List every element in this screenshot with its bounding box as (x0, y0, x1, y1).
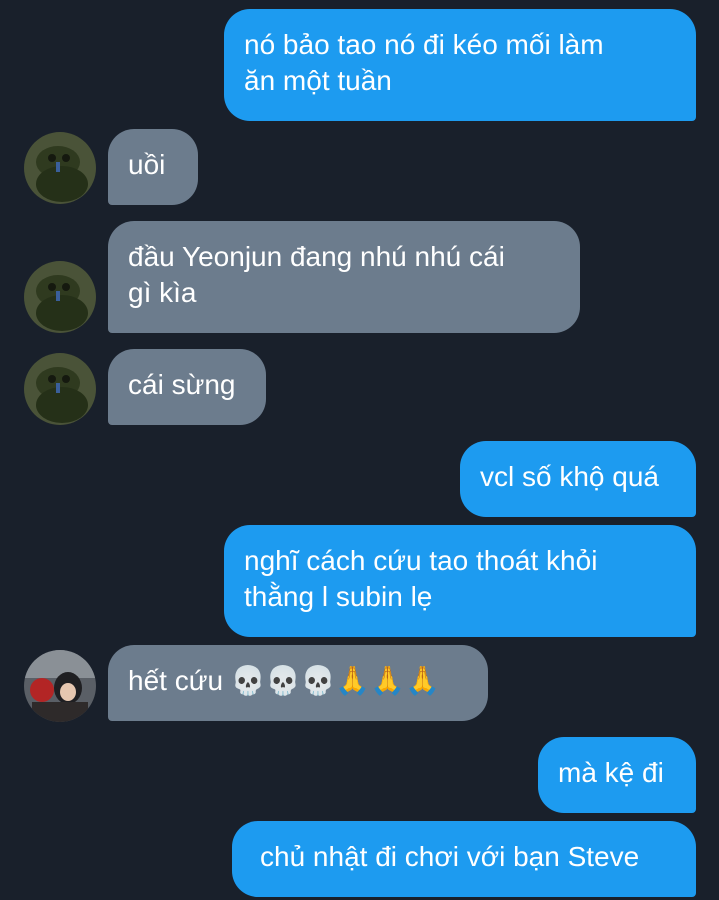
message-text: nghĩ cách cứu tao thoát khỏi thằng l sub… (244, 545, 598, 612)
anime-avatar[interactable] (24, 650, 96, 722)
frog-avatar[interactable] (24, 261, 96, 333)
message-bubble-outgoing[interactable]: chủ nhật đi chơi với bạn Steve (232, 821, 696, 897)
anime-avatar-image (24, 650, 96, 722)
message-text: cái sừng (128, 369, 236, 400)
message-text: nó bảo tao nó đi kéo mối làm ăn một tuần (244, 29, 604, 96)
frog-avatar[interactable] (24, 132, 96, 204)
message-bubble-outgoing[interactable]: mà kệ đi (538, 737, 696, 813)
message-bubble-incoming[interactable]: hết cứu 💀💀💀🙏🙏🙏 (108, 645, 488, 721)
message-text: chủ nhật đi chơi với bạn Steve (260, 841, 640, 872)
message-text: mà kệ đi (558, 757, 664, 788)
message-bubble-incoming[interactable]: cái sừng (108, 349, 266, 425)
message-text: đầu Yeonjun đang nhú nhú cái gì kìa (128, 241, 505, 308)
message-bubble-outgoing[interactable]: nghĩ cách cứu tao thoát khỏi thằng l sub… (224, 525, 696, 637)
message-bubble-incoming[interactable]: đầu Yeonjun đang nhú nhú cái gì kìa (108, 221, 580, 333)
frog-avatar-image (24, 132, 96, 204)
message-bubble-incoming[interactable]: uồi (108, 129, 198, 205)
message-bubble-outgoing[interactable]: nó bảo tao nó đi kéo mối làm ăn một tuần (224, 9, 696, 121)
message-text: vcl số khộ quá (480, 461, 659, 492)
frog-avatar-image (24, 353, 96, 425)
frog-avatar-image (24, 261, 96, 333)
message-bubble-outgoing[interactable]: vcl số khộ quá (460, 441, 696, 517)
message-text: uồi (128, 149, 166, 180)
message-text: hết cứu 💀💀💀🙏🙏🙏 (128, 665, 440, 696)
frog-avatar[interactable] (24, 353, 96, 425)
